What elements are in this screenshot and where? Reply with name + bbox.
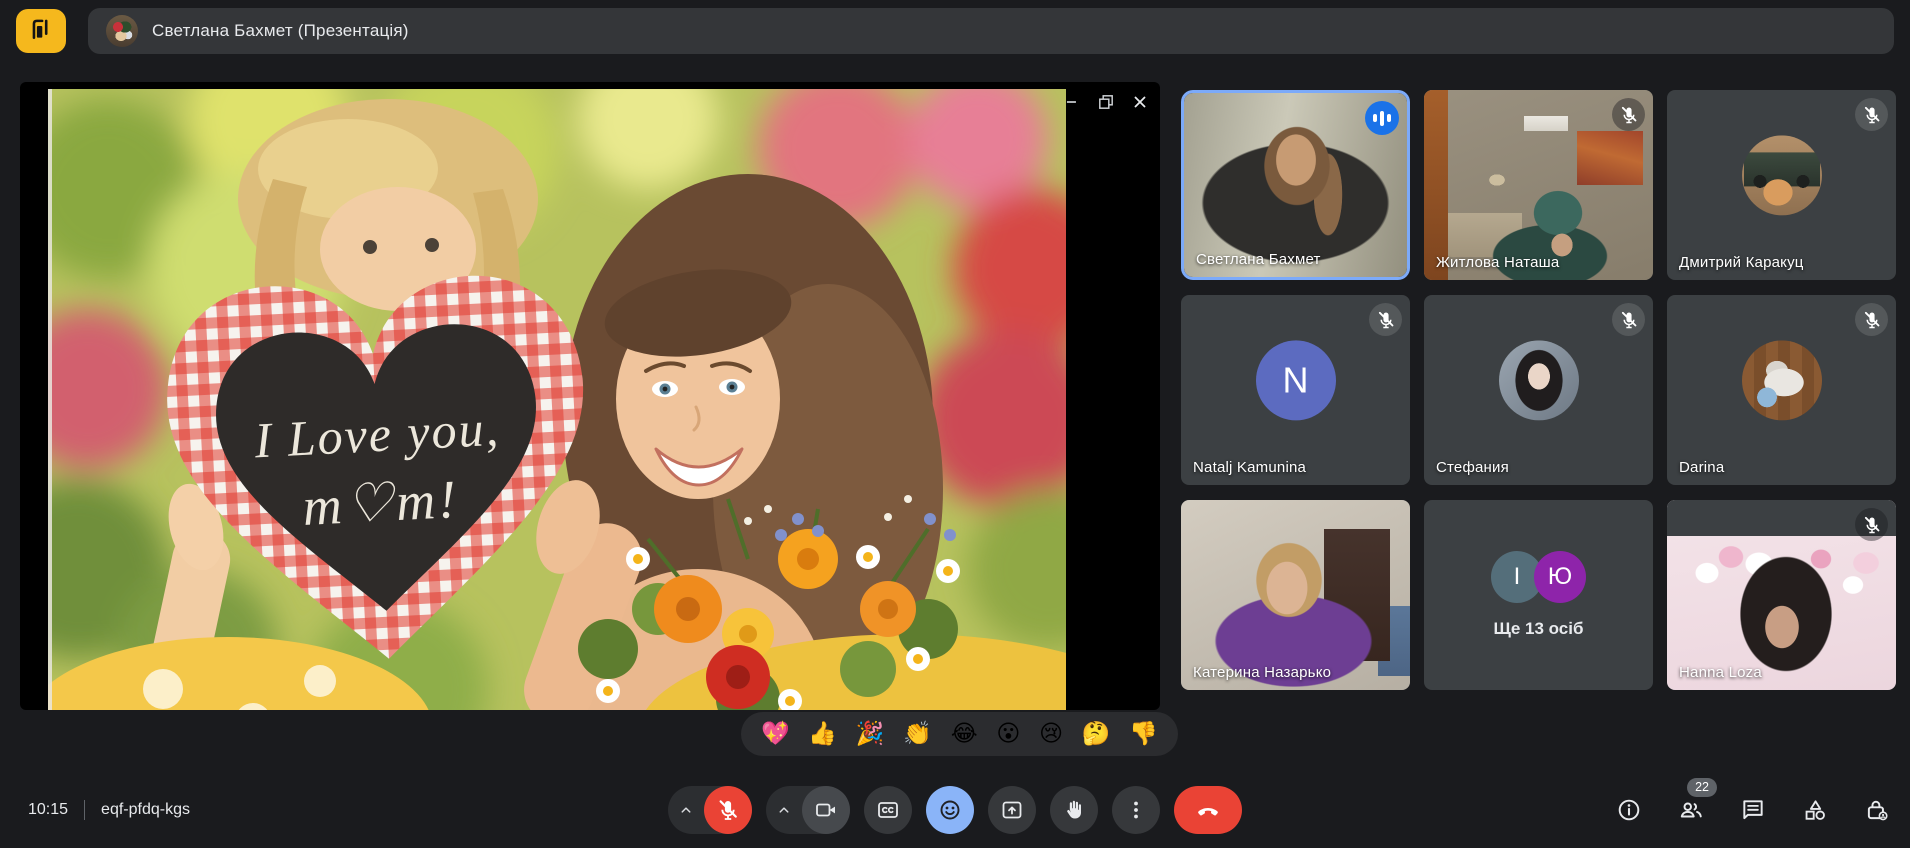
participant-name: Дмитрий Каракуц: [1679, 254, 1804, 271]
participant-tile[interactable]: ІЮ Ще 13 осіб: [1424, 500, 1653, 690]
mic-off-icon: [1369, 303, 1402, 336]
host-controls-button[interactable]: [1864, 797, 1890, 823]
participant-tile[interactable]: Дмитрий Каракуц: [1667, 90, 1896, 280]
overflow-avatars: ІЮ: [1491, 551, 1586, 603]
panel-buttons: 22: [1616, 797, 1890, 823]
mic-off-icon: [1612, 303, 1645, 336]
participant-tile[interactable]: N Natalj Kamunina: [1181, 295, 1410, 485]
audio-level-icon: [1365, 101, 1399, 135]
participant-name: Natalj Kamunina: [1193, 459, 1306, 476]
participant-name: Стефания: [1436, 459, 1509, 476]
reaction-button[interactable]: 😂: [951, 723, 978, 746]
host-controls-icon: [1864, 811, 1890, 826]
participant-avatar: [1742, 340, 1822, 420]
camera-options-button[interactable]: [766, 786, 802, 834]
reaction-button[interactable]: 👏: [903, 723, 932, 746]
participant-count-badge: 22: [1687, 778, 1717, 797]
participant-tile[interactable]: Hanna Loza: [1667, 500, 1896, 690]
participant-avatar: [1742, 135, 1822, 215]
reactions-bar: 💖 👍 🎉 👏 😂 😮 😢 🤔 👎: [741, 712, 1178, 756]
clock-time: 10:15: [28, 801, 68, 819]
mic-off-icon: [1855, 508, 1888, 541]
window-minimize-button[interactable]: [1062, 92, 1082, 112]
participant-name: Житлова Наташа: [1436, 254, 1559, 271]
participant-name: Катерина Назарько: [1193, 664, 1331, 681]
people-button[interactable]: 22: [1678, 797, 1704, 823]
reaction-button[interactable]: 😮: [996, 723, 1020, 746]
participant-tile[interactable]: Стефания: [1424, 295, 1653, 485]
info-icon: [1616, 811, 1642, 826]
reaction-button[interactable]: 👍: [808, 723, 837, 746]
heart-sign-line2: m♡m!: [301, 469, 460, 537]
shared-photo: I Love you, m♡m!: [48, 89, 1066, 710]
meeting-info: 10:15 eqf-pfdq-kgs: [28, 795, 190, 825]
overflow-label: Ще 13 осіб: [1494, 619, 1584, 639]
camera-toggle-button[interactable]: [802, 786, 850, 834]
participant-name: Светлана Бахмет: [1196, 251, 1321, 268]
participant-avatar: N: [1256, 340, 1336, 420]
meeting-code: eqf-pfdq-kgs: [101, 801, 190, 819]
shared-window-controls: [1062, 92, 1150, 112]
divider: [84, 800, 85, 820]
end-call-button[interactable]: [1174, 786, 1242, 834]
presentation-title: Светлана Бахмет (Презентація): [152, 21, 409, 41]
window-close-button[interactable]: [1130, 92, 1150, 112]
mic-toggle-button[interactable]: [704, 786, 752, 834]
participant-video: [1181, 500, 1410, 690]
participant-tile[interactable]: Darina: [1667, 295, 1896, 485]
participant-tile[interactable]: Житлова Наташа: [1424, 90, 1653, 280]
meeting-details-button[interactable]: [1616, 797, 1642, 823]
door-icon: [28, 16, 54, 47]
reaction-button[interactable]: 🤔: [1082, 723, 1111, 746]
participant-name: Hanna Loza: [1679, 664, 1762, 681]
presentation-title-bar: Светлана Бахмет (Презентація): [88, 8, 1894, 54]
overflow-participants: ІЮ Ще 13 осіб: [1424, 500, 1653, 690]
call-controls: [668, 786, 1242, 834]
presenter-avatar: [106, 15, 138, 47]
mic-off-icon: [1855, 303, 1888, 336]
more-options-button[interactable]: [1112, 786, 1160, 834]
people-icon: [1678, 811, 1704, 826]
chat-button[interactable]: [1740, 797, 1766, 823]
mic-off-icon: [1855, 98, 1888, 131]
captions-button[interactable]: [864, 786, 912, 834]
shared-screen-tile[interactable]: I Love you, m♡m!: [20, 82, 1160, 710]
activities-icon: [1802, 811, 1828, 826]
app-logo: [16, 9, 66, 53]
overflow-letter-avatar: Ю: [1534, 551, 1586, 603]
reaction-button[interactable]: 🎉: [856, 723, 885, 746]
present-button[interactable]: [988, 786, 1036, 834]
participant-avatar: [1499, 340, 1579, 420]
reaction-button[interactable]: 😢: [1039, 723, 1063, 746]
reactions-button[interactable]: [926, 786, 974, 834]
participant-name: Darina: [1679, 459, 1724, 476]
participants-grid: Светлана Бахмет Житлова Наташа Дмитрий К…: [1181, 90, 1897, 690]
mic-options-button[interactable]: [668, 786, 704, 834]
reaction-button[interactable]: 👎: [1129, 723, 1158, 746]
mic-control-group: [668, 786, 752, 834]
mic-off-icon: [1612, 98, 1645, 131]
activities-button[interactable]: [1802, 797, 1828, 823]
participant-tile[interactable]: Катерина Назарько: [1181, 500, 1410, 690]
reaction-button[interactable]: 💖: [761, 723, 790, 746]
participant-tile[interactable]: Светлана Бахмет: [1181, 90, 1410, 280]
meet-call-screen: { "brand": {"icon": "door-icon", "color"…: [0, 0, 1910, 848]
raise-hand-button[interactable]: [1050, 786, 1098, 834]
camera-control-group: [766, 786, 850, 834]
window-restore-button[interactable]: [1096, 92, 1116, 112]
chat-icon: [1740, 811, 1766, 826]
